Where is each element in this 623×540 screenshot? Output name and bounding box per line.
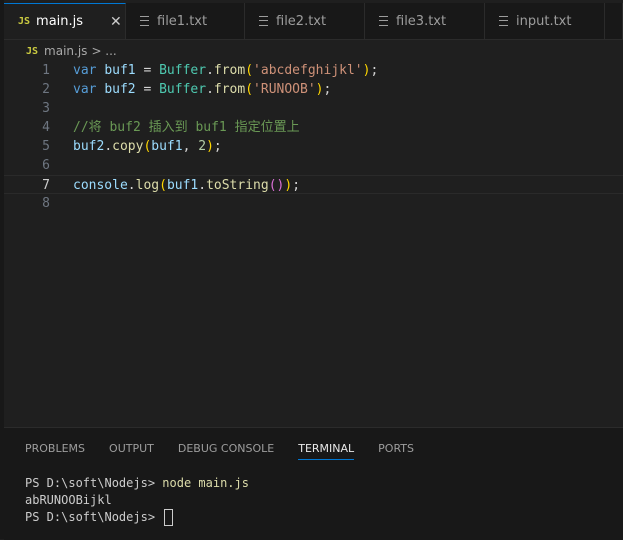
code-editor[interactable]: 1 var buf1 = Buffer.from('abcdefghijkl')… <box>4 61 623 427</box>
line-number: 4 <box>42 120 50 135</box>
tab-overflow <box>605 3 623 39</box>
tab-label: file3.txt <box>396 13 447 29</box>
variable: console <box>73 178 128 193</box>
class-name: Buffer <box>159 63 207 78</box>
semicolon: ; <box>292 178 301 193</box>
tab-output[interactable]: OUTPUT <box>109 439 154 459</box>
text-file-icon <box>259 16 268 26</box>
terminal-cursor <box>164 509 174 526</box>
paren-close: ) <box>315 82 324 97</box>
line-number: 2 <box>42 82 50 97</box>
function-name: log <box>135 178 160 193</box>
breadcrumb: JS main.js > ... <box>26 41 117 61</box>
javascript-file-icon: JS <box>26 45 39 57</box>
dot: . <box>206 82 214 97</box>
argument: buf1 <box>166 178 199 193</box>
text-file-icon <box>140 16 149 26</box>
breadcrumb-rest[interactable]: > ... <box>91 44 116 58</box>
tab-input-txt[interactable]: input.txt <box>485 3 605 39</box>
tab-label: input.txt <box>516 13 572 29</box>
semicolon: ; <box>370 63 379 78</box>
dot: . <box>198 178 207 193</box>
semicolon: ; <box>323 82 332 97</box>
tab-debug-console[interactable]: DEBUG CONSOLE <box>178 439 274 459</box>
code-line: 5 buf2.copy(buf1, 2); <box>4 137 623 156</box>
bottom-panel: PROBLEMS OUTPUT DEBUG CONSOLE TERMINAL P… <box>4 427 623 540</box>
terminal-prompt: PS D:\soft\Nodejs> <box>25 510 163 524</box>
class-name: Buffer <box>159 82 207 97</box>
terminal-line: PS D:\soft\Nodejs> node main.js <box>25 475 249 492</box>
string-literal: 'RUNOOB' <box>253 82 316 97</box>
function-name: toString <box>206 178 269 193</box>
paren-open: ( <box>268 178 277 193</box>
tab-terminal[interactable]: TERMINAL <box>298 439 355 460</box>
keyword: var <box>73 82 97 97</box>
variable: buf2 <box>104 82 136 97</box>
code-line: 3 <box>4 99 623 118</box>
operator: = <box>135 82 160 97</box>
variable: buf2 <box>73 139 105 154</box>
paren-open: ( <box>245 63 254 78</box>
variable: buf1 <box>104 63 136 78</box>
editor-tab-bar: JS main.js ✕ file1.txt file2.txt file3.t… <box>4 3 623 40</box>
breadcrumb-file[interactable]: main.js <box>44 44 87 58</box>
tab-label: file1.txt <box>157 13 208 29</box>
line-number: 6 <box>42 158 50 173</box>
terminal-prompt: PS D:\soft\Nodejs> <box>25 476 163 490</box>
tab-problems[interactable]: PROBLEMS <box>25 439 85 459</box>
tab-file1-txt[interactable]: file1.txt <box>126 3 245 39</box>
function-name: copy <box>112 139 144 154</box>
line-number: 7 <box>42 178 50 193</box>
terminal-command: node main.js <box>162 476 249 490</box>
terminal[interactable]: PS D:\soft\Nodejs> node main.js abRUNOOB… <box>25 475 249 526</box>
semicolon: ; <box>213 139 222 154</box>
operator: = <box>135 63 160 78</box>
terminal-line: PS D:\soft\Nodejs> <box>25 509 249 526</box>
close-icon[interactable]: ✕ <box>110 14 122 30</box>
dot: . <box>104 139 113 154</box>
function-name: from <box>213 82 246 97</box>
code-line: 2 var buf2 = Buffer.from('RUNOOB'); <box>4 80 623 99</box>
paren-close: ) <box>206 139 214 154</box>
terminal-output: abRUNOOBijkl <box>25 493 112 507</box>
code-line: 1 var buf1 = Buffer.from('abcdefghijkl')… <box>4 61 623 80</box>
line-number: 3 <box>42 101 50 116</box>
text-file-icon <box>499 16 508 26</box>
number-literal: 2 <box>198 139 207 154</box>
tab-file3-txt[interactable]: file3.txt <box>365 3 485 39</box>
line-number: 8 <box>42 196 50 211</box>
javascript-file-icon: JS <box>18 16 31 27</box>
tab-main-js[interactable]: JS main.js ✕ <box>4 3 126 39</box>
text-file-icon <box>379 16 388 26</box>
code-line: 8 <box>4 194 623 213</box>
panel-tab-bar: PROBLEMS OUTPUT DEBUG CONSOLE TERMINAL P… <box>25 439 438 460</box>
keyword: var <box>73 63 97 78</box>
tab-file2-txt[interactable]: file2.txt <box>245 3 365 39</box>
string-literal: 'abcdefghijkl' <box>253 63 363 78</box>
argument: buf1 <box>151 139 183 154</box>
code-line: 4 //将 buf2 插入到 buf1 指定位置上 <box>4 118 623 137</box>
paren-open: ( <box>159 178 167 193</box>
paren-open: ( <box>245 82 254 97</box>
separator: , <box>182 139 199 154</box>
dot: . <box>127 178 136 193</box>
tab-ports[interactable]: PORTS <box>378 439 414 459</box>
paren-close: ) <box>284 178 293 193</box>
dot: . <box>206 63 214 78</box>
tab-label: file2.txt <box>276 13 327 29</box>
function-name: from <box>213 63 246 78</box>
comment: //将 buf2 插入到 buf1 指定位置上 <box>73 120 300 135</box>
code-line: 6 <box>4 156 623 175</box>
line-number: 5 <box>42 139 50 154</box>
line-number: 1 <box>42 63 50 78</box>
tab-label: main.js <box>36 14 84 29</box>
code-line-current: 7 console.log(buf1.toString()); <box>4 175 623 194</box>
